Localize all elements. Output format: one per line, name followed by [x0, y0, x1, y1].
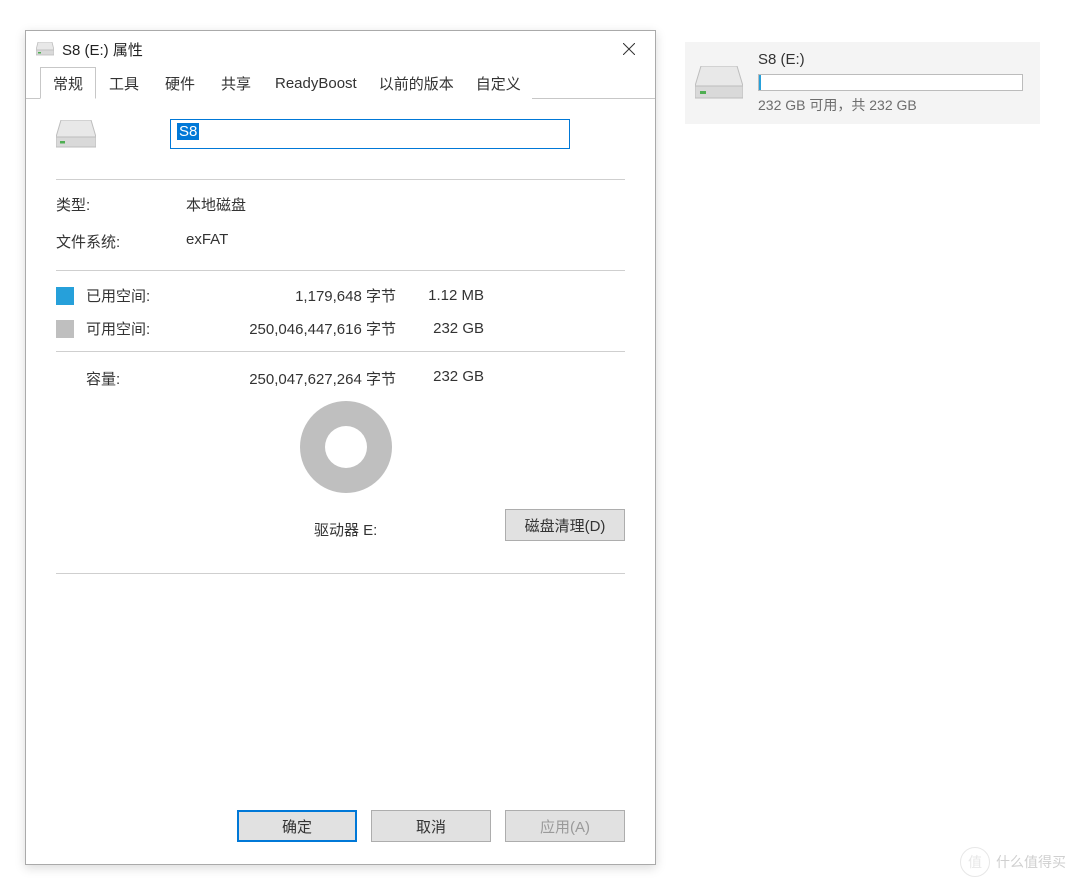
watermark-icon: 值 — [960, 847, 990, 877]
disk-cleanup-button[interactable]: 磁盘清理(D) — [505, 509, 625, 541]
close-icon — [623, 43, 635, 55]
capacity-bytes: 250,047,627,264 字节 — [186, 368, 396, 389]
used-space-bytes: 1,179,648 字节 — [186, 285, 396, 306]
tab-hardware[interactable]: 硬件 — [152, 67, 208, 99]
drive-icon — [695, 66, 743, 100]
tab-tools[interactable]: 工具 — [96, 67, 152, 99]
explorer-drive-card[interactable]: S8 (E:) 232 GB 可用，共 232 GB — [685, 42, 1040, 124]
ok-button[interactable]: 确定 — [237, 810, 357, 842]
free-space-bytes: 250,046,447,616 字节 — [186, 318, 396, 339]
dialog-title: S8 (E:) 属性 — [62, 39, 607, 60]
tab-customize[interactable]: 自定义 — [465, 67, 532, 99]
apply-button[interactable]: 应用(A) — [505, 810, 625, 842]
filesystem-label: 文件系统: — [56, 231, 186, 252]
type-label: 类型: — [56, 194, 186, 215]
drive-letter-label: 驱动器 E: — [314, 519, 377, 540]
tab-general[interactable]: 常规 — [40, 67, 96, 99]
divider — [56, 270, 625, 271]
volume-name-input[interactable]: S8 — [170, 119, 570, 149]
divider — [56, 179, 625, 180]
capacity-label: 容量: — [86, 368, 182, 389]
close-button[interactable] — [607, 35, 651, 63]
type-value: 本地磁盘 — [186, 194, 625, 215]
free-space-unit: 232 GB — [400, 320, 490, 337]
used-space-label: 已用空间: — [86, 285, 182, 306]
drive-title: S8 (E:) — [758, 51, 1028, 68]
used-space-swatch — [56, 287, 74, 305]
watermark: 值 什么值得买 — [960, 847, 1066, 877]
capacity-pie-chart — [300, 401, 392, 493]
watermark-text: 什么值得买 — [996, 852, 1066, 872]
properties-dialog: S8 (E:) 属性 常规 工具 硬件 共享 ReadyBoost 以前的版本 … — [25, 30, 656, 865]
used-space-unit: 1.12 MB — [400, 287, 490, 304]
divider — [56, 573, 625, 574]
tab-sharing[interactable]: 共享 — [208, 67, 264, 99]
filesystem-value: exFAT — [186, 231, 625, 252]
tab-previous[interactable]: 以前的版本 — [368, 67, 465, 99]
tab-bar: 常规 工具 硬件 共享 ReadyBoost 以前的版本 自定义 — [26, 67, 655, 99]
titlebar-drive-icon — [36, 42, 54, 56]
body-drive-icon — [56, 120, 110, 148]
dialog-footer: 确定 取消 应用(A) — [26, 802, 655, 864]
titlebar[interactable]: S8 (E:) 属性 — [26, 31, 655, 67]
cancel-button[interactable]: 取消 — [371, 810, 491, 842]
drive-subtitle: 232 GB 可用，共 232 GB — [758, 95, 1028, 115]
drive-capacity-bar — [758, 74, 1023, 91]
capacity-unit: 232 GB — [400, 368, 490, 389]
free-space-swatch — [56, 320, 74, 338]
tab-readyboost[interactable]: ReadyBoost — [264, 67, 368, 99]
free-space-label: 可用空间: — [86, 318, 182, 339]
divider — [56, 351, 625, 352]
